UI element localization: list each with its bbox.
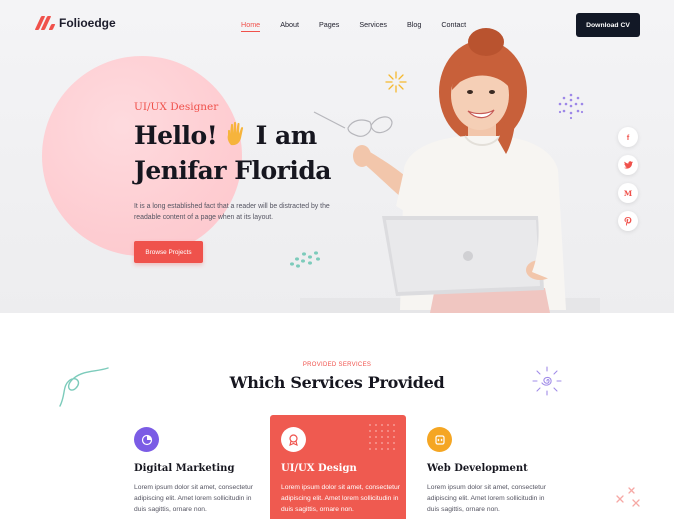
service-card-uiux-design[interactable]: UI/UX Design Lorem ipsum dolor sit amet,… <box>270 415 406 519</box>
pie-chart-icon <box>134 427 159 452</box>
design-badge-icon <box>281 427 306 452</box>
service-card-title: Web Development <box>427 463 528 474</box>
service-card-text: Lorem ipsum dolor sit amet, consectetur … <box>281 484 400 513</box>
service-card-text: Lorem ipsum dolor sit amet, consectetur … <box>134 484 253 513</box>
brand-logo[interactable]: Folioedge <box>34 16 116 30</box>
cross-sparkles-icon <box>616 487 640 507</box>
service-card-digital-marketing[interactable]: Digital Marketing Lorem ipsum dolor sit … <box>134 415 270 519</box>
waving-hand-icon <box>228 121 244 146</box>
facebook-icon[interactable]: f <box>618 127 638 147</box>
service-card-text: Lorem ipsum dolor sit amet, consectetur … <box>427 484 546 513</box>
nav-home[interactable]: Home <box>241 20 261 32</box>
pinterest-icon[interactable] <box>618 211 638 231</box>
twitter-bird-icon <box>623 161 633 169</box>
twitter-icon[interactable] <box>618 155 638 175</box>
nav-about[interactable]: About <box>280 20 299 32</box>
gmail-icon[interactable]: M <box>618 183 638 203</box>
pinterest-p-icon <box>624 216 632 226</box>
services-title: Which Services Provided <box>229 373 445 392</box>
service-card-title: UI/UX Design <box>281 463 357 474</box>
social-links: f M <box>618 127 638 231</box>
hero-section: Folioedge Home About Pages Services Blog… <box>0 0 674 313</box>
brand-name: Folioedge <box>59 16 116 30</box>
hero-greeting: Hello! <box>134 121 218 150</box>
logo-mark-icon <box>34 16 56 30</box>
services-eyebrow: PROVIDED SERVICES <box>302 362 372 368</box>
service-card-title: Digital Marketing <box>134 463 235 474</box>
service-card-web-development[interactable]: Web Development Lorem ipsum dolor sit am… <box>427 415 563 519</box>
hero-role: UI/UX Designer <box>134 101 219 113</box>
dot-grid-pattern <box>369 424 395 450</box>
code-icon <box>427 427 452 452</box>
hero-portrait-image <box>300 28 600 313</box>
browse-projects-button[interactable]: Browse Projects <box>134 241 203 263</box>
